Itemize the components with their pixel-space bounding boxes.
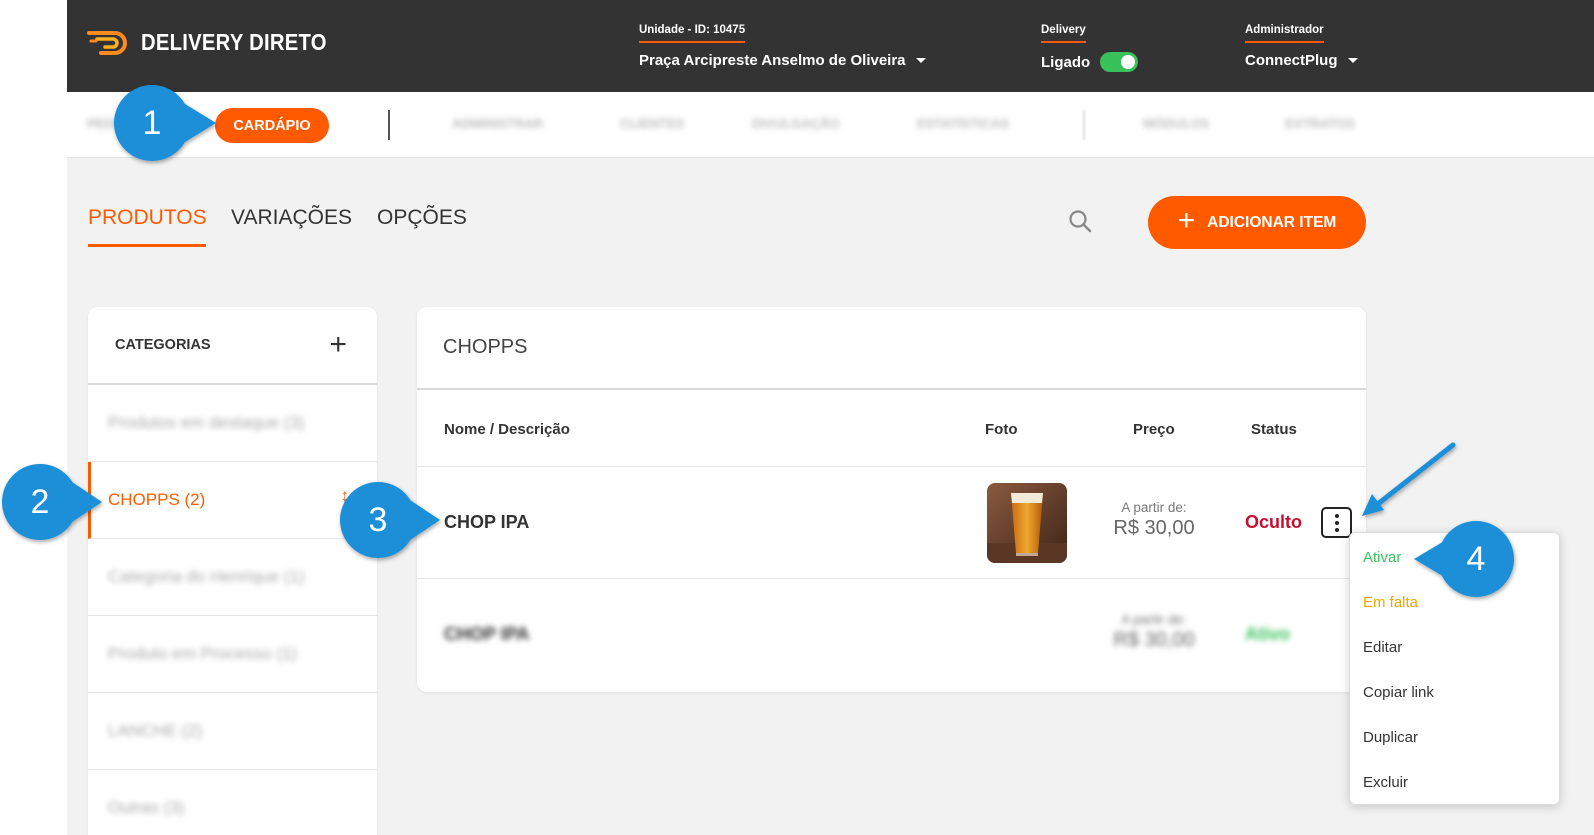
search-icon[interactable] — [1067, 208, 1095, 236]
app-shell: DELIVERY DIRETO Unidade - ID: 10475 Praç… — [67, 0, 1594, 835]
category-heading: CHOPPS — [417, 307, 1366, 390]
kebab-dot — [1334, 513, 1339, 518]
table-row[interactable]: CHOP IPA A partir de: R$ 30,00 Ativo — [417, 579, 1366, 691]
category-item[interactable]: Produtos em destaque (3) — [88, 385, 377, 462]
delivery-toggle[interactable] — [1100, 52, 1139, 72]
table-header: Nome / Descrição Foto Preço Status — [417, 390, 1366, 467]
status-badge: Ativo — [1245, 624, 1290, 644]
menu-item-ativar[interactable]: Ativar — [1363, 549, 1401, 566]
category-item[interactable]: Categoria do Henrique (1) — [88, 539, 377, 616]
callout-number: 4 — [1466, 539, 1486, 578]
chevron-down-icon — [915, 58, 926, 63]
menu-item-copiar-link[interactable]: Copiar link — [1363, 684, 1434, 701]
price-value: R$ 30,00 — [1113, 629, 1195, 651]
menu-item-excluir[interactable]: Excluir — [1363, 774, 1408, 791]
unit-name: Praça Arcipreste Anselmo de Oliveira — [639, 52, 906, 69]
menu-item-editar[interactable]: Editar — [1363, 639, 1402, 656]
admin-selector[interactable]: Administrador ConnectPlug — [1245, 20, 1358, 69]
price-from-label: A partir de: — [1121, 612, 1187, 627]
tab-active-indicator — [88, 244, 206, 247]
add-item-label: ADICIONAR ITEM — [1207, 213, 1337, 231]
more-options-button[interactable] — [1321, 507, 1352, 538]
category-item[interactable]: LANCHE (2) — [88, 693, 377, 770]
tab-produtos[interactable]: PRODUTOS — [88, 206, 207, 230]
products-panel: CHOPPS Nome / Descrição Foto Preço Statu… — [417, 307, 1366, 692]
nav-divider — [388, 110, 390, 140]
callout-number: 3 — [368, 500, 388, 539]
nav-item[interactable]: CLIENTES — [620, 116, 684, 131]
tab-opcoes[interactable]: OPÇÕES — [377, 206, 467, 230]
column-price: Preço — [1133, 421, 1175, 438]
product-price: A partir de: R$ 30,00 — [1102, 612, 1206, 652]
nav-item[interactable]: ADMINISTRAR — [452, 116, 543, 131]
brand-logo[interactable]: DELIVERY DIRETO — [87, 26, 352, 58]
product-price: A partir de: R$ 30,00 — [1102, 500, 1206, 540]
product-photo — [987, 483, 1067, 563]
categories-title: CATEGORIAS — [115, 337, 211, 353]
kebab-dot — [1334, 527, 1339, 532]
column-photo: Foto — [985, 421, 1018, 438]
top-bar: DELIVERY DIRETO Unidade - ID: 10475 Praç… — [67, 0, 1594, 92]
price-from-label: A partir de: — [1121, 500, 1187, 515]
callout-number: 1 — [142, 103, 162, 142]
categories-panel: CATEGORIAS + Produtos em destaque (3) CH… — [88, 307, 377, 835]
delivery-logo-icon — [87, 31, 127, 55]
nav-divider — [1083, 110, 1085, 140]
table-row[interactable]: CHOP IPA A partir de: R$ 30,00 Oculto — [417, 467, 1366, 579]
admin-label: Administrador — [1245, 24, 1324, 43]
column-status: Status — [1251, 421, 1297, 438]
nav-item[interactable]: DIVULGAÇÃO — [752, 116, 839, 131]
delivery-state: Ligado — [1041, 53, 1091, 71]
category-item[interactable]: Outras (3) — [88, 770, 377, 835]
nav-item-cardapio[interactable]: CARDÁPIO — [215, 108, 329, 143]
delivery-status: Delivery Ligado — [1041, 20, 1139, 72]
unit-selector[interactable]: Unidade - ID: 10475 Praça Arcipreste Ans… — [639, 20, 926, 69]
chevron-down-icon — [1347, 58, 1358, 63]
product-name: CHOP IPA — [444, 512, 530, 532]
callout-number: 2 — [30, 482, 50, 521]
add-item-button[interactable]: + ADICIONAR ITEM — [1148, 196, 1366, 249]
column-name: Nome / Descrição — [444, 421, 570, 438]
unit-label: Unidade - ID: 10475 — [639, 24, 746, 43]
add-category-icon[interactable]: + — [329, 330, 347, 360]
brand-name: DELIVERY DIRETO — [141, 28, 327, 55]
category-label: CHOPPS (2) — [108, 490, 206, 509]
price-value: R$ 30,00 — [1113, 517, 1195, 539]
nav-item[interactable]: MÓDULOS — [1143, 116, 1209, 131]
plus-icon: + — [1177, 204, 1196, 237]
category-item[interactable]: Produto em Processo (1) — [88, 616, 377, 693]
menu-item-duplicar[interactable]: Duplicar — [1363, 729, 1418, 746]
product-name: CHOP IPA — [444, 624, 530, 644]
nav-item[interactable]: ESTATÍSTICAS — [917, 116, 1009, 131]
menu-item-em-falta[interactable]: Em falta — [1363, 594, 1418, 611]
nav-item[interactable]: EXTRATOS — [1285, 116, 1355, 131]
main-nav: PEDIDOS CARDÁPIO ADMINISTRAR CLIENTES DI… — [67, 92, 1594, 158]
category-item-chopps[interactable]: CHOPPS (2) ↕ — [88, 462, 377, 539]
delivery-label: Delivery — [1041, 24, 1086, 43]
kebab-dot — [1334, 520, 1339, 525]
tab-variacoes[interactable]: VARIAÇÕES — [231, 206, 352, 230]
admin-name: ConnectPlug — [1245, 52, 1338, 69]
status-badge: Oculto — [1245, 512, 1302, 532]
